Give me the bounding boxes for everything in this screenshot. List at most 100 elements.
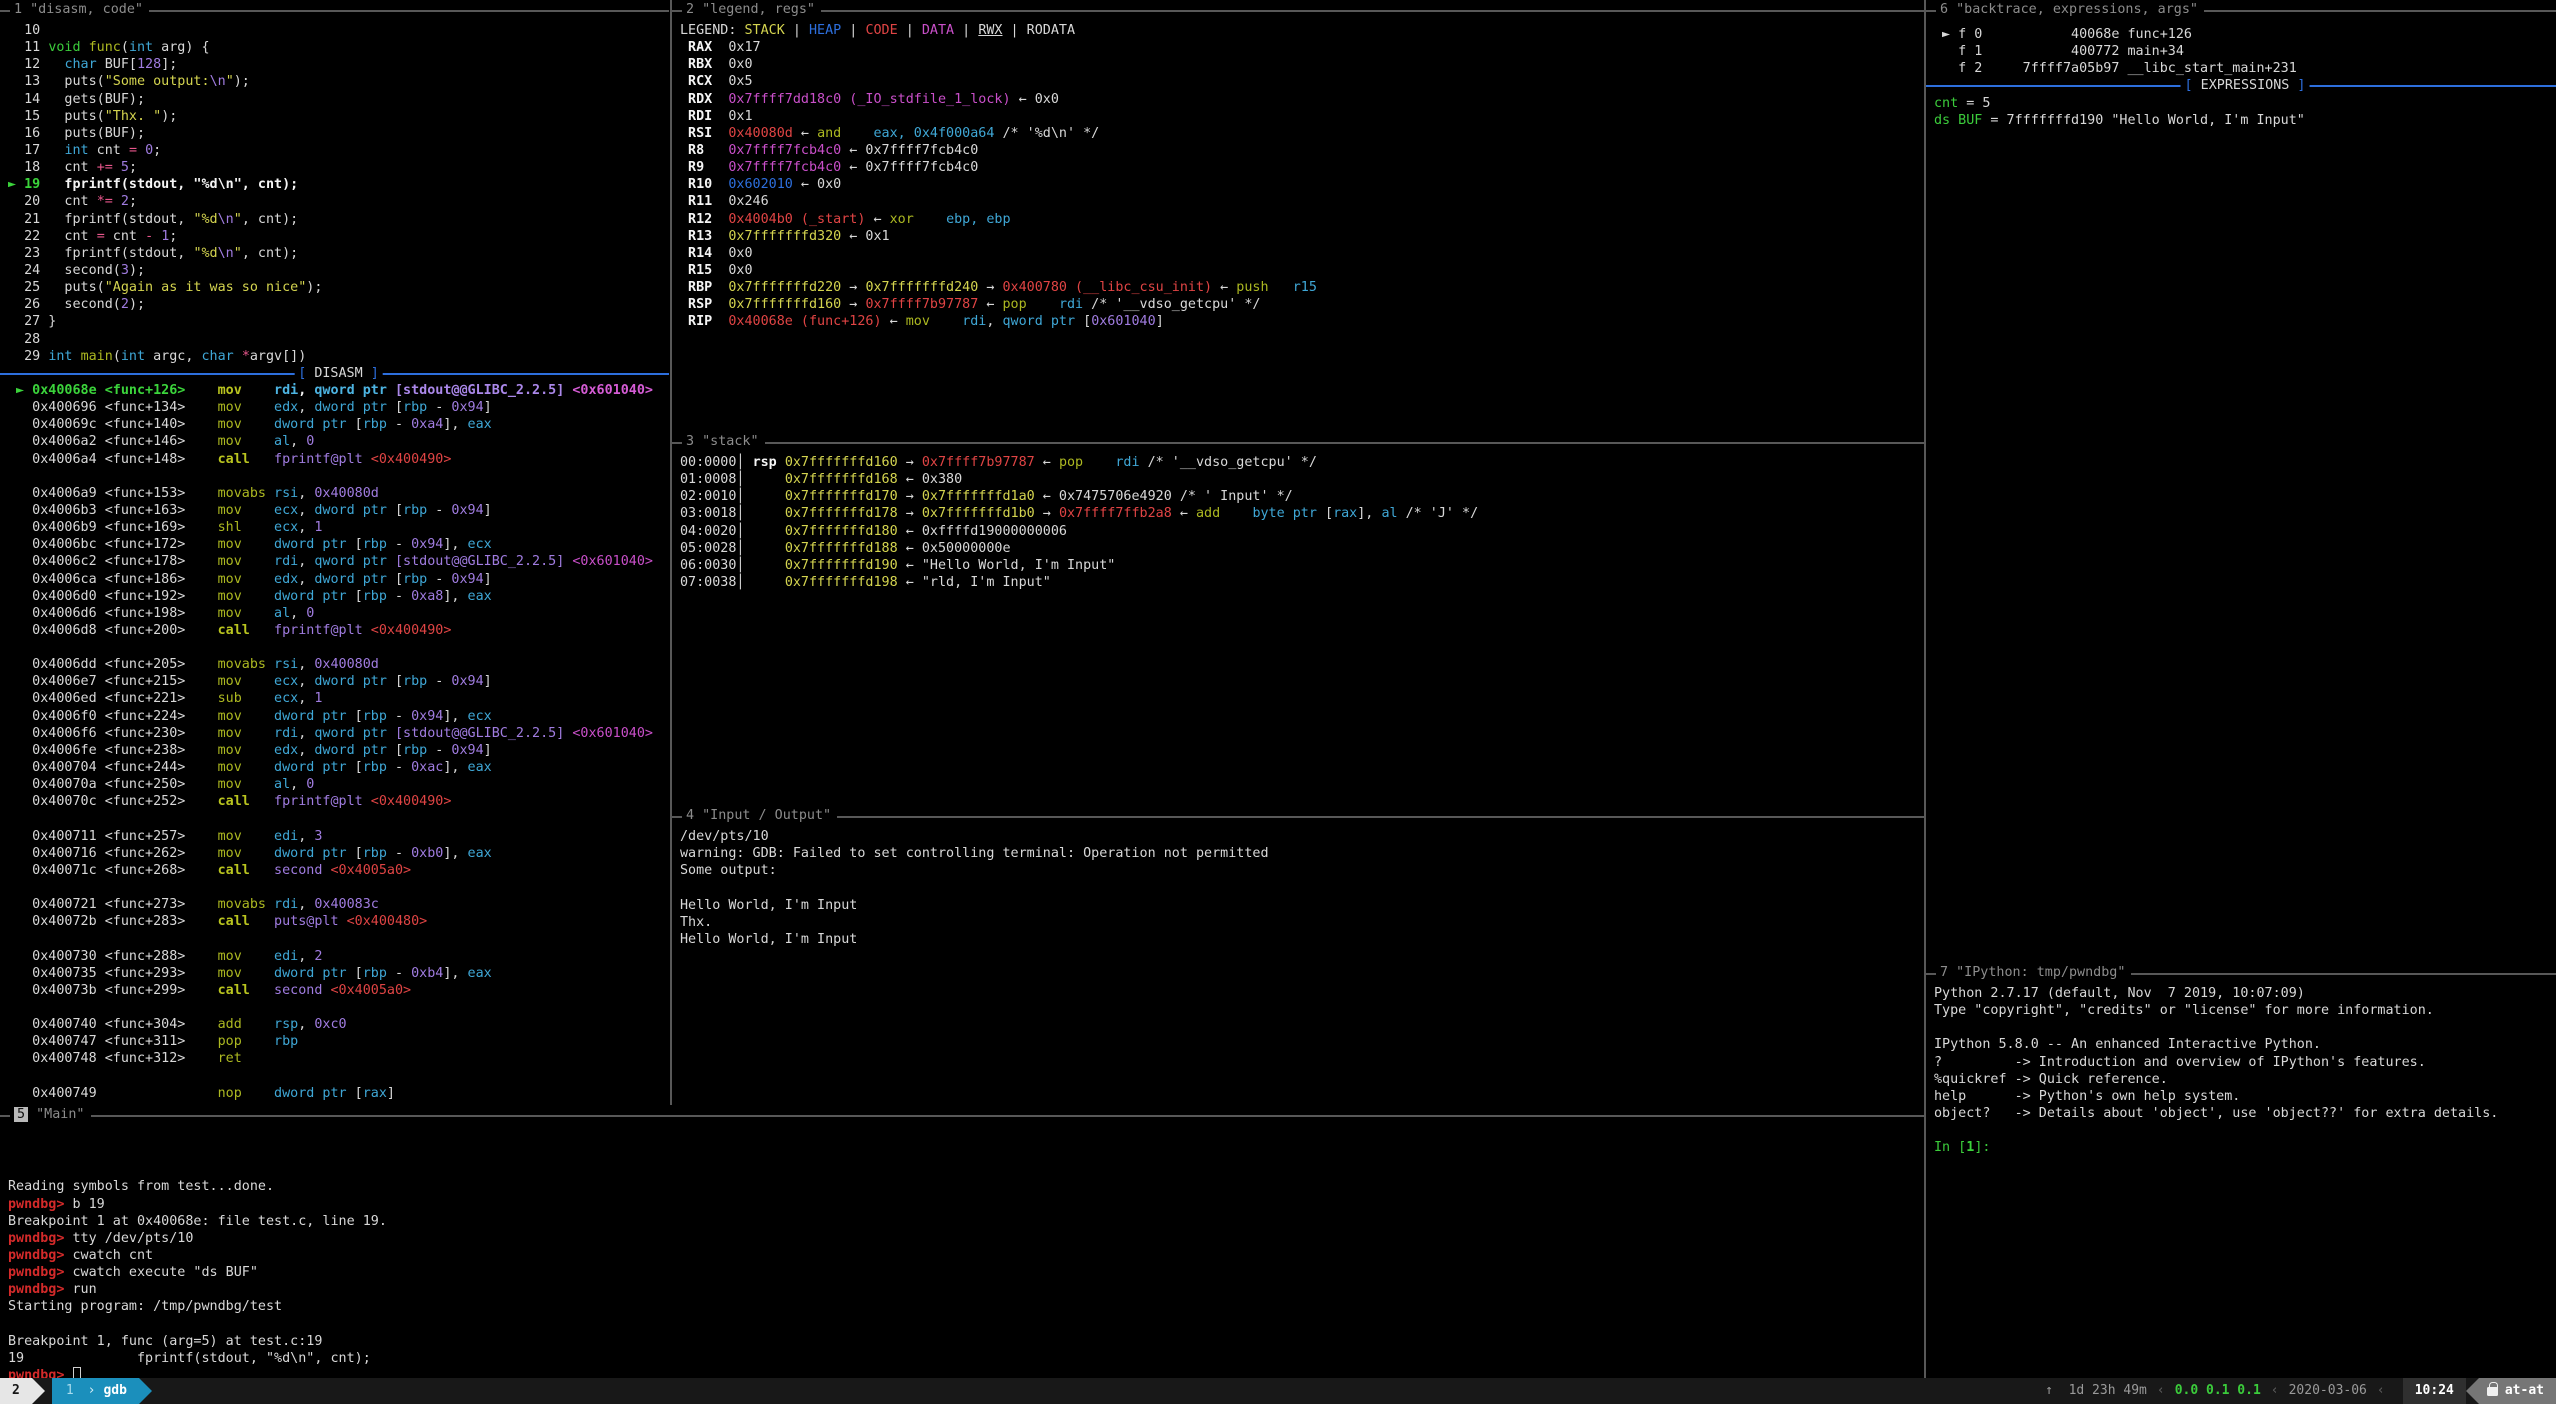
term-line: R10 0x602010 ← 0x0: [680, 176, 1924, 193]
spacer: [2053, 1382, 2069, 1399]
term-line: 11 void func(int arg) {: [8, 39, 669, 56]
term-line: 13 puts("Some output:\n");: [8, 73, 669, 90]
pane-number: 4: [686, 808, 694, 823]
term-line: 20 cnt *= 2;: [8, 193, 669, 210]
term-line: 0x400696 <func+134> mov edx, dword ptr […: [8, 399, 669, 416]
term-line: pwndbg> cwatch cnt: [8, 1247, 1924, 1264]
term-line: [8, 1068, 669, 1085]
tmux-status-bar: 2 1›gdb ↑ 1d 23h 49m ‹ 0.0 0.1 0.1 ‹ 202…: [0, 1378, 2556, 1404]
term-line: R14 0x0: [680, 245, 1924, 262]
pane-number: 6: [1940, 2, 1948, 17]
pane-stack[interactable]: 3 "stack" 00:0000│ rsp 0x7fffffffd160 → …: [672, 432, 1924, 806]
source-code-listing: 10 11 void func(int arg) { 12 char BUF[1…: [8, 22, 669, 365]
term-line: 18 cnt += 5;: [8, 159, 669, 176]
term-line: /dev/pts/10: [680, 828, 1924, 845]
term-line: 05:0028│ 0x7fffffffd188 ← 0x50000000e: [680, 540, 1924, 557]
window-index: 1: [60, 1382, 80, 1399]
pane-border: [0, 1115, 1924, 1117]
pane-title: "IPython: tmp/pwndbg": [1956, 965, 2125, 980]
term-line: pwndbg> tty /dev/pts/10: [8, 1230, 1924, 1247]
pane-legend-regs[interactable]: 2 "legend, regs" LEGEND: STACK | HEAP | …: [672, 0, 1924, 432]
pane-border: [672, 10, 1924, 12]
hostname-badge: at-at: [2479, 1378, 2556, 1404]
pane-main-gdb[interactable]: 5 "Main" Reading symbols from test...don…: [0, 1105, 1924, 1378]
pane-border-vertical-left[interactable]: [670, 0, 672, 1105]
pane-backtrace-expressions[interactable]: 6 "backtrace, expressions, args" ► f 0 4…: [1926, 0, 2556, 963]
term-line: 24 second(3);: [8, 262, 669, 279]
watch-expressions: cnt = 5ds BUF = 7fffffffd190 "Hello Worl…: [1934, 95, 2556, 129]
term-line: 15 puts("Thx. ");: [8, 108, 669, 125]
term-line: 0x40069c <func+140> mov dword ptr [rbp -…: [8, 416, 669, 433]
pane-number: 3: [686, 434, 694, 449]
pane-title: "stack": [702, 434, 758, 449]
chevron-left-icon: ‹: [2367, 1382, 2395, 1399]
gdb-console[interactable]: Reading symbols from test...done.pwndbg>…: [8, 1127, 1924, 1378]
term-line: 0x4006b9 <func+169> shl ecx, 1: [8, 519, 669, 536]
term-line: 0x4006bc <func+172> mov dword ptr [rbp -…: [8, 536, 669, 553]
pane-number: 2: [686, 2, 694, 17]
term-line: 0x400730 <func+288> mov edi, 2: [8, 948, 669, 965]
term-line: 27 }: [8, 313, 669, 330]
term-line: cnt = 5: [1934, 95, 2556, 112]
powerline-arrow: [139, 1378, 152, 1404]
term-line: 26 second(2);: [8, 296, 669, 313]
pane-header-backtrace: 6 "backtrace, expressions, args": [1926, 0, 2556, 20]
term-line: 17 int cnt = 0;: [8, 142, 669, 159]
term-line: help -> Python's own help system.: [1934, 1088, 2556, 1105]
pane-input-output[interactable]: 4 "Input / Output" /dev/pts/10warning: G…: [672, 806, 1924, 1105]
term-line: RAX 0x17: [680, 39, 1924, 56]
term-line: 10: [8, 22, 669, 39]
term-line: RDX 0x7ffff7dd18c0 (_IO_stdfile_1_lock) …: [680, 91, 1924, 108]
term-line: [8, 1127, 1924, 1144]
pane-number: 7: [1940, 965, 1948, 980]
disasm-separator: [ DISASM ]: [8, 365, 669, 382]
term-line: RSP 0x7fffffffd160 → 0x7ffff7b97787 ← po…: [680, 296, 1924, 313]
pane-header-disasm-code: 1 "disasm, code": [0, 0, 669, 20]
stack-listing: 00:0000│ rsp 0x7fffffffd160 → 0x7ffff7b9…: [680, 454, 1924, 591]
term-line: IPython 5.8.0 -- An enhanced Interactive…: [1934, 1036, 2556, 1053]
term-line: RBP 0x7fffffffd220 → 0x7fffffffd240 → 0x…: [680, 279, 1924, 296]
term-line: Thx.: [680, 914, 1924, 931]
pane-title: "disasm, code": [30, 2, 143, 17]
term-line: [680, 879, 1924, 896]
expressions-separator-label: [ EXPRESSIONS ]: [2181, 77, 2310, 94]
term-line: 23 fprintf(stdout, "%d\n", cnt);: [8, 245, 669, 262]
chevron-left-icon: ‹: [2147, 1382, 2175, 1399]
term-line: object? -> Details about 'object', use '…: [1934, 1105, 2556, 1122]
term-line: 02:0010│ 0x7fffffffd170 → 0x7fffffffd1a0…: [680, 488, 1924, 505]
term-line: 06:0030│ 0x7fffffffd190 ← "Hello World, …: [680, 557, 1924, 574]
term-line: 16 puts(BUF);: [8, 125, 669, 142]
term-line: 12 char BUF[128];: [8, 56, 669, 73]
term-line: [8, 1144, 1924, 1161]
term-line: ► 0x40068e <func+126> mov rdi, qword ptr…: [8, 382, 669, 399]
term-line: RBX 0x0: [680, 56, 1924, 73]
term-line: 0x400704 <func+244> mov dword ptr [rbp -…: [8, 759, 669, 776]
pane-disasm-code[interactable]: 1 "disasm, code" 10 11 void func(int arg…: [0, 0, 669, 1105]
term-line: [8, 1316, 1924, 1333]
terminal-cursor[interactable]: [73, 1367, 81, 1378]
term-line: f 2 7ffff7a05b97 __libc_start_main+231: [1934, 60, 2556, 77]
term-line: 0x4006ca <func+186> mov edx, dword ptr […: [8, 571, 669, 588]
term-line: warning: GDB: Failed to set controlling …: [680, 845, 1924, 862]
term-line: 0x4006d0 <func+192> mov dword ptr [rbp -…: [8, 588, 669, 605]
term-line: 0x4006a9 <func+153> movabs rsi, 0x40080d: [8, 485, 669, 502]
term-line: 0x4006ed <func+221> sub ecx, 1: [8, 690, 669, 707]
session-badge[interactable]: 2: [0, 1378, 32, 1404]
pane-title: "backtrace, expressions, args": [1956, 2, 2198, 17]
term-line: 0x4006fe <func+238> mov edx, dword ptr […: [8, 742, 669, 759]
term-line: ? -> Introduction and overview of IPytho…: [1934, 1054, 2556, 1071]
pane-ipython[interactable]: 7 "IPython: tmp/pwndbg" Python 2.7.17 (d…: [1926, 963, 2556, 1378]
term-line: 0x400735 <func+293> mov dword ptr [rbp -…: [8, 965, 669, 982]
term-line: 0x4006b3 <func+163> mov ecx, dword ptr […: [8, 502, 669, 519]
term-line: 0x4006c2 <func+178> mov rdi, qword ptr […: [8, 553, 669, 570]
term-line: ► 19 fprintf(stdout, "%d\n", cnt);: [8, 176, 669, 193]
window-tab-gdb[interactable]: 1›gdb: [52, 1378, 139, 1404]
uptime: 1d 23h 49m: [2069, 1382, 2147, 1399]
pane-border-vertical-right[interactable]: [1924, 0, 1926, 1378]
term-line: 0x40073b <func+299> call second <0x4005a…: [8, 982, 669, 999]
term-line: Hello World, I'm Input: [680, 897, 1924, 914]
status-left: 2 1›gdb: [0, 1378, 152, 1404]
term-line: R8 0x7ffff7fcb4c0 ← 0x7ffff7fcb4c0: [680, 142, 1924, 159]
chevron-left-icon: ‹: [2261, 1382, 2289, 1399]
ipython-console[interactable]: Python 2.7.17 (default, Nov 7 2019, 10:0…: [1934, 985, 2556, 1156]
